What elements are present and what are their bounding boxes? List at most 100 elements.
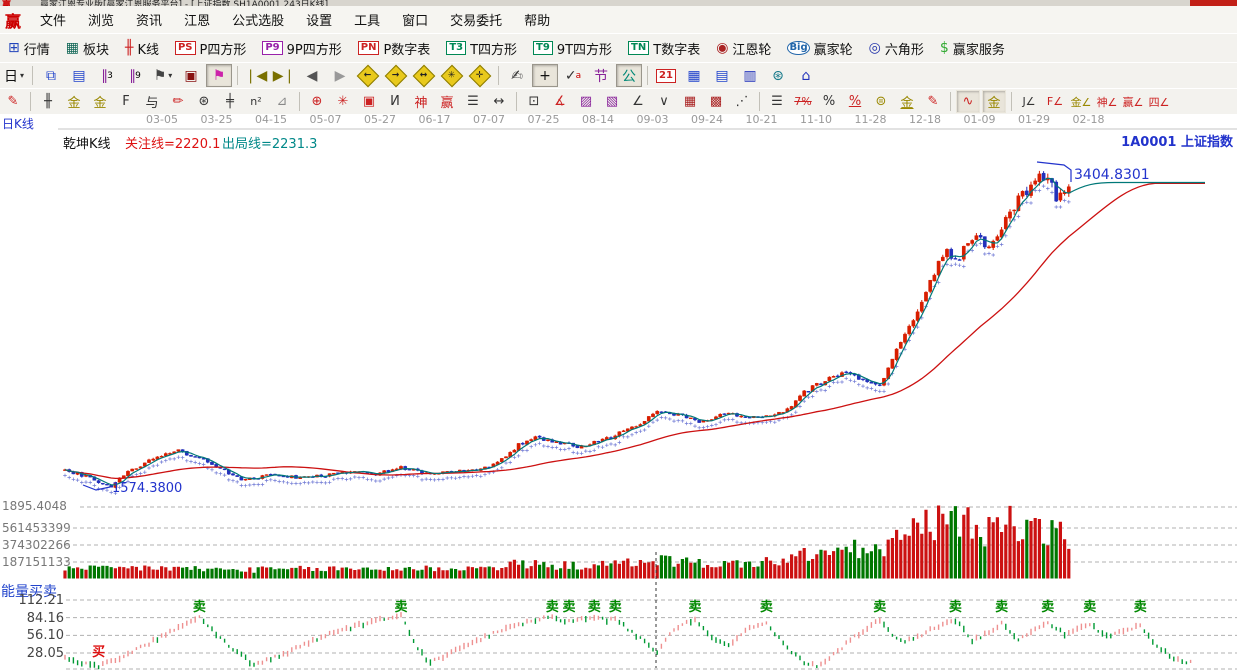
notes-button[interactable]: ▤: [709, 64, 735, 87]
fan-box-a-button[interactable]: ▨: [574, 90, 598, 113]
toolbar-separator: [516, 92, 517, 111]
quotes-button[interactable]: ⊞行情: [0, 37, 58, 60]
flag-button[interactable]: ⚑▾: [150, 64, 176, 87]
gann-pattern-button[interactable]: ⧉: [38, 64, 64, 87]
ying-angle-button[interactable]: 赢∠: [1121, 90, 1145, 113]
first-page-button[interactable]: ❘◀: [243, 64, 269, 87]
menu-item-8[interactable]: 窗口: [391, 7, 439, 32]
9p-square-button[interactable]: P99P四方形: [254, 37, 349, 60]
qiankun-window-button[interactable]: ▣: [178, 64, 204, 87]
chart-canvas[interactable]: 03-0503-2504-1505-0705-2706-1707-0707-25…: [0, 114, 1237, 671]
gann-wheel-button[interactable]: ◉江恩轮: [708, 37, 779, 60]
menu-item-1[interactable]: 文件: [29, 7, 77, 32]
pen-levels-button[interactable]: ✎: [921, 90, 945, 113]
bars-3-button[interactable]: ∥3: [94, 64, 120, 87]
next-page-icon: ▶: [335, 68, 346, 84]
pen-button[interactable]: ✎: [1, 90, 25, 113]
si-angle-button[interactable]: 四∠: [1147, 90, 1171, 113]
ying-box-button[interactable]: 赢: [435, 90, 459, 113]
zoom-out-button[interactable]: ↔: [411, 64, 437, 87]
remote-service-button[interactable]: ⌂: [793, 64, 819, 87]
grid-red-b-button[interactable]: ▩: [704, 90, 728, 113]
zoom-in-button[interactable]: ✳: [439, 64, 465, 87]
hash-short-button[interactable]: ╪: [218, 90, 242, 113]
menu-item-7[interactable]: 工具: [343, 7, 391, 32]
web-export-button[interactable]: ⊛: [765, 64, 791, 87]
hexagon-button[interactable]: ◎六角形: [861, 37, 932, 60]
menu-item-9[interactable]: 交易委托: [439, 7, 513, 32]
pct-line-button[interactable]: %: [843, 90, 867, 113]
ruler-123-button[interactable]: ☰: [461, 90, 485, 113]
save-button[interactable]: ▥: [737, 64, 763, 87]
menu-item-5[interactable]: 公式选股: [221, 7, 295, 32]
compass-grid-button[interactable]: ⊛: [192, 90, 216, 113]
grid-red-a-button[interactable]: ▦: [678, 90, 702, 113]
prev-page-button[interactable]: ◀: [299, 64, 325, 87]
slant-lines-button[interactable]: ⋰: [730, 90, 754, 113]
f-angle-button[interactable]: F∠: [1043, 90, 1067, 113]
gold-angle-button[interactable]: 金∠: [1069, 90, 1093, 113]
span-arrow-button[interactable]: ↔: [487, 90, 511, 113]
grid-hash-button[interactable]: ╫: [36, 90, 60, 113]
wave-box-button[interactable]: ∿: [956, 90, 980, 113]
gold-circle-button[interactable]: ⊜: [869, 90, 893, 113]
angle-lines-button[interactable]: ∠: [626, 90, 650, 113]
color-flag-button[interactable]: ⚑: [206, 64, 232, 87]
gold-grid-b-button[interactable]: 金: [88, 90, 112, 113]
bow-grid-button[interactable]: 与: [140, 90, 164, 113]
grid-box-button[interactable]: ▣: [357, 90, 381, 113]
menu-item-6[interactable]: 设置: [295, 7, 343, 32]
t-digit-table-button[interactable]: TNT数字表: [620, 37, 708, 60]
next-page-button[interactable]: ▶: [327, 64, 353, 87]
menu-item-4[interactable]: 江恩: [173, 7, 221, 32]
check-lines-button[interactable]: ∨: [652, 90, 676, 113]
gann-fan-button[interactable]: ∡: [548, 90, 572, 113]
f-grid-button[interactable]: F: [114, 90, 138, 113]
gold-level-button[interactable]: 金: [895, 90, 919, 113]
winner-service-label: 赢家服务: [953, 39, 1005, 58]
menu-item-2[interactable]: 浏览: [77, 7, 125, 32]
shen-angle-button[interactable]: 神∠: [1095, 90, 1119, 113]
9t-square-button[interactable]: T99T四方形: [525, 37, 620, 60]
calendar-icon: 21: [656, 69, 676, 83]
menu-item-3[interactable]: 资讯: [125, 7, 173, 32]
kline-button[interactable]: ╫K线: [117, 37, 167, 60]
shen-box-button[interactable]: 神: [409, 90, 433, 113]
crosshair-tool-button[interactable]: +: [532, 64, 558, 87]
calculator-button[interactable]: ▦: [681, 64, 707, 87]
sectors-button[interactable]: ▦板块: [58, 37, 117, 60]
gold-wave-button[interactable]: 金: [982, 90, 1006, 113]
sail-button[interactable]: ⊿: [270, 90, 294, 113]
jump-left-button[interactable]: ←: [355, 64, 381, 87]
last-page-button[interactable]: ▶❘: [271, 64, 297, 87]
pct-button[interactable]: %: [817, 90, 841, 113]
jie-marker-button[interactable]: 节: [588, 64, 614, 87]
t-square-button[interactable]: T3T四方形: [438, 37, 525, 60]
p-square-button[interactable]: PSP四方形: [167, 37, 254, 60]
note-pointer-button[interactable]: ✓a: [560, 64, 586, 87]
winner-wheel-button[interactable]: Big赢家轮: [779, 37, 860, 60]
quote-marks-button[interactable]: И: [383, 90, 407, 113]
gong-marker-button[interactable]: 公: [616, 64, 642, 87]
box-corner-button[interactable]: ⊡: [522, 90, 546, 113]
calendar-button[interactable]: 21: [653, 64, 679, 87]
jump-right-button[interactable]: →: [383, 64, 409, 87]
p-digit-table-button[interactable]: PNP数字表: [350, 37, 439, 60]
n-squared-button[interactable]: n²: [244, 90, 268, 113]
period-day-button[interactable]: 日▾: [1, 64, 27, 87]
info-panel-button[interactable]: ▤: [66, 64, 92, 87]
j-angle-button[interactable]: J∠: [1017, 90, 1041, 113]
fan-box-b-button[interactable]: ▧: [600, 90, 624, 113]
winner-service-button[interactable]: $赢家服务: [932, 37, 1013, 60]
seven-pct-button[interactable]: 7%: [791, 90, 815, 113]
menu-item-10[interactable]: 帮助: [513, 7, 561, 32]
circle-cross-button[interactable]: ⊕: [305, 90, 329, 113]
gold-grid-a-button[interactable]: 金: [62, 90, 86, 113]
chart-area[interactable]: 日K线 乾坤K线 关注线=2220.1 出局线=2231.3 1A0001 上证…: [0, 114, 1237, 671]
pen-small-button[interactable]: ✏: [166, 90, 190, 113]
bars-9-button[interactable]: ∥9: [122, 64, 148, 87]
price-ladder-button[interactable]: ☰: [765, 90, 789, 113]
circle-star-button[interactable]: ✳: [331, 90, 355, 113]
center-view-button[interactable]: ✛: [467, 64, 493, 87]
hand-tool-button[interactable]: ✍: [504, 64, 530, 87]
